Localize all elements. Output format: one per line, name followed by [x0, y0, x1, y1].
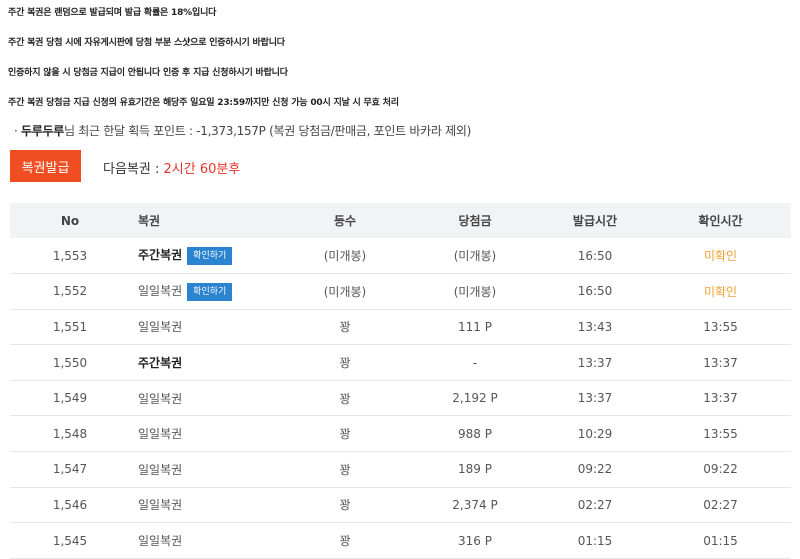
header-issued-time: 발급시간: [572, 214, 618, 228]
points-bullet: ·: [14, 124, 22, 138]
ticket-name: 일일복권: [138, 391, 183, 406]
cell-rank: 꽝: [339, 356, 351, 371]
next-lottery: 다음복권 : 2시간 60분후: [103, 158, 240, 177]
cell-ticket: 일일복권: [130, 380, 280, 416]
cell-issued-time: 01:15: [577, 533, 613, 548]
header-rank: 등수: [333, 214, 357, 228]
cell-no: 1,549: [52, 391, 88, 406]
cell-no: 1,545: [52, 533, 88, 548]
table-header-row: No 복권 등수 당첨금 발급시간 확인시간: [10, 203, 791, 238]
table-row: 1,546 일일복권 꽝 2,374 P 02:27 02:27: [10, 487, 791, 523]
ticket-name: 주간복권: [138, 356, 183, 371]
cell-prize: 2,374 P: [452, 497, 498, 512]
cell-no: 1,551: [52, 319, 88, 334]
cell-rank: 꽝: [339, 498, 351, 513]
next-lottery-label: 다음복권 :: [103, 162, 164, 177]
cell-ticket: 일일복권 확인하기: [130, 274, 280, 310]
cell-ticket: 일일복권: [130, 309, 280, 345]
cell-checked-time: 01:15: [703, 533, 738, 548]
cell-issued-time: 13:43: [577, 319, 613, 334]
cell-prize: 988 P: [458, 426, 492, 441]
ticket-name: 일일복권: [138, 320, 183, 335]
cell-checked-time: 02:27: [703, 497, 738, 512]
ticket-name: 일일복권: [138, 498, 183, 513]
cell-no: 1,553: [52, 248, 88, 263]
table-row: 1,547 일일복권 꽝 189 P 09:22 09:22: [10, 452, 791, 488]
ticket-name: 일일복권: [138, 284, 183, 299]
cell-rank: 꽝: [339, 391, 351, 406]
cell-checked-time: 미확인: [703, 249, 738, 264]
cell-checked-time: 미확인: [703, 284, 738, 299]
cell-checked-time: 13:55: [703, 426, 738, 441]
cell-ticket: 일일복권: [130, 487, 280, 523]
cell-rank: 꽝: [339, 320, 351, 335]
monthly-points: · 두루두루님 최근 한달 획득 포인트 : -1,373,157P (복권 당…: [14, 122, 471, 139]
user-nickname: 두루두루: [21, 124, 64, 138]
cell-ticket: 주간복권: [130, 345, 280, 381]
cell-prize: (미개봉): [453, 249, 497, 264]
table-row: 1,550 주간복권 꽝 - 13:37 13:37: [10, 345, 791, 381]
cell-issued-time: 13:37: [577, 391, 613, 406]
ticket-name: 주간복권: [138, 248, 183, 263]
points-text: 님 최근 한달 획득 포인트 : -1,373,157P (복권 당첨금/판매금…: [64, 124, 472, 138]
notice-line: 주간 복권은 랜덤으로 발급되며 발급 확률은 18%입니다: [8, 8, 217, 18]
cell-no: 1,547: [52, 462, 88, 477]
header-ticket: 복권: [138, 214, 161, 228]
cell-issued-time: 16:50: [577, 284, 613, 299]
cell-issued-time: 10:29: [577, 426, 613, 441]
cell-rank: (미개봉): [323, 249, 367, 264]
next-lottery-time: 2시간 60분후: [163, 162, 241, 177]
cell-prize: (미개봉): [453, 284, 497, 299]
cell-rank: 꽝: [339, 427, 351, 442]
cell-no: 1,546: [52, 497, 88, 512]
cell-checked-time: 09:22: [703, 462, 738, 477]
notice-line: 주간 복권 당첨금 지급 신청의 유효기간은 해당주 일요일 23:59까지만 …: [8, 98, 399, 108]
ticket-name: 일일복권: [138, 534, 183, 549]
notice-line: 인증하지 않을 시 당첨금 지급이 안됩니다 인증 후 지급 신청하시기 바랍니…: [8, 68, 288, 78]
confirm-button[interactable]: 확인하기: [187, 246, 233, 265]
cell-rank: 꽝: [339, 534, 351, 549]
cell-prize: -: [472, 355, 478, 370]
ticket-name: 일일복권: [138, 462, 183, 477]
table-row: 1,549 일일복권 꽝 2,192 P 13:37 13:37: [10, 380, 791, 416]
table-row: 1,551 일일복권 꽝 111 P 13:43 13:55: [10, 309, 791, 345]
cell-issued-time: 09:22: [577, 462, 613, 477]
cell-checked-time: 13:37: [703, 355, 738, 370]
cell-prize: 189 P: [458, 462, 492, 477]
cell-rank: (미개봉): [323, 284, 367, 299]
cell-prize: 316 P: [458, 533, 492, 548]
cell-no: 1,548: [52, 426, 88, 441]
table-row: 1,545 일일복권 꽝 316 P 01:15 01:15: [10, 523, 791, 559]
cell-issued-time: 16:50: [577, 248, 613, 263]
cell-issued-time: 02:27: [577, 497, 613, 512]
cell-no: 1,552: [52, 284, 88, 299]
cell-ticket: 일일복권: [130, 452, 280, 488]
table-row: 1,553 주간복권 확인하기 (미개봉) (미개봉) 16:50 미확인: [10, 238, 791, 274]
cell-ticket: 주간복권 확인하기: [130, 238, 280, 274]
notice-line: 주간 복권 당첨 시에 자유게시판에 당첨 부분 스샷으로 인증하시기 바랍니다: [8, 38, 285, 48]
cell-prize: 2,192 P: [452, 391, 498, 406]
cell-rank: 꽝: [339, 462, 351, 477]
table-row: 1,548 일일복권 꽝 988 P 10:29 13:55: [10, 416, 791, 452]
lottery-table: No 복권 등수 당첨금 발급시간 확인시간 1,553 주간복권 확인하기 (미개봉…: [10, 203, 791, 559]
confirm-button[interactable]: 확인하기: [187, 282, 233, 301]
cell-issued-time: 13:37: [577, 355, 613, 370]
cell-ticket: 일일복권: [130, 416, 280, 452]
issue-lottery-button[interactable]: 복권발급: [10, 150, 81, 182]
cell-checked-time: 13:55: [703, 319, 738, 334]
header-checked-time: 확인시간: [698, 214, 743, 228]
cell-prize: 111 P: [458, 319, 492, 334]
cell-no: 1,550: [52, 355, 88, 370]
header-prize: 당첨금: [458, 214, 492, 228]
ticket-name: 일일복권: [138, 427, 183, 442]
table-row: 1,552 일일복권 확인하기 (미개봉) (미개봉) 16:50 미확인: [10, 274, 791, 310]
header-no: No: [60, 213, 80, 228]
cell-ticket: 일일복권: [130, 523, 280, 559]
cell-checked-time: 13:37: [703, 391, 738, 406]
